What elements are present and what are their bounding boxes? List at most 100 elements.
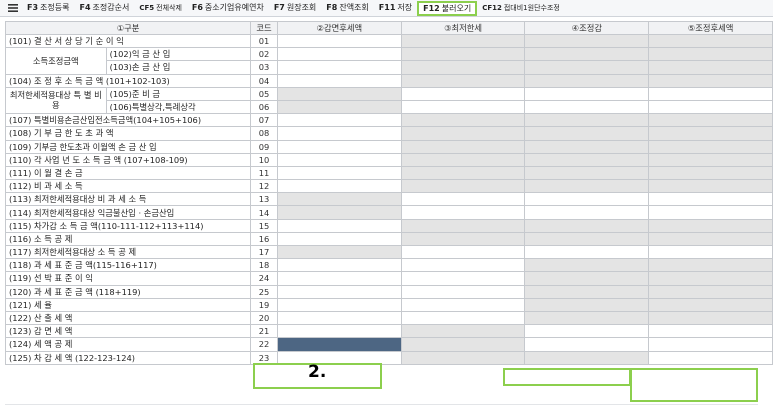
cell-tax-after-adjustment[interactable] (648, 205, 773, 220)
cell-adjustment (524, 218, 650, 233)
f4-adjust-order-button[interactable]: F4 조정감순서 (74, 0, 134, 16)
cell-minimum-tax (400, 337, 526, 352)
table-row: (111) 이 월 결 손 금 11 (4, 165, 773, 181)
cell-tax-after-reduction (276, 99, 402, 115)
row-label: (117) 최저한세적용대상 소 득 공 제 (4, 244, 252, 260)
cell-tax-after-reduction[interactable] (276, 218, 402, 233)
cell-adjustment (524, 179, 650, 194)
cell-tax-after-reduction[interactable] (276, 231, 402, 247)
table-row: (106)특별상각,특례상각 06 (6, 99, 773, 115)
cell-tax-after-reduction[interactable] (276, 60, 402, 75)
cell-tax-after-reduction[interactable] (276, 258, 402, 273)
row-code: 16 (250, 231, 278, 247)
f8-balance-view-button[interactable]: F8 잔액조회 (321, 0, 373, 16)
row-code: 15 (250, 218, 278, 233)
cell-tax-after-adjustment (648, 126, 773, 141)
cell-tax-after-reduction[interactable] (276, 139, 402, 154)
cell-tax-after-reduction (276, 192, 402, 207)
cell-minimum-tax[interactable] (400, 244, 526, 260)
row-label: (109) 기부금 한도초과 이월액 손 금 산 입 (4, 139, 252, 154)
minimum-tax-table-wrap: ①구분 코드 ②감면후세액 ③최저한세 ④조정감 ⑤조정후세액 (101) 결 … (4, 21, 773, 365)
cell-tax-after-adjustment[interactable] (648, 324, 773, 339)
cell-tax-after-adjustment (648, 139, 773, 154)
row-code: 14 (250, 205, 278, 220)
cell-tax-after-adjustment[interactable] (648, 192, 773, 207)
cell-tax-after-adjustment[interactable] (648, 350, 773, 365)
cell-tax-after-reduction[interactable] (276, 179, 402, 194)
row-label: (104) 조 정 후 소 득 금 액 (101+102-103) (4, 73, 252, 88)
cell-tax-after-reduction[interactable] (276, 152, 402, 167)
cell-minimum-tax (400, 113, 526, 128)
cell-minimum-tax[interactable] (400, 258, 526, 273)
cf5-delete-all-button[interactable]: CF5 전체삭제 (134, 0, 187, 16)
cell-tax-after-reduction[interactable] (276, 47, 402, 62)
cell-tax-after-adjustment[interactable] (648, 99, 773, 115)
cell-tax-after-reduction[interactable] (276, 73, 402, 88)
cell-tax-after-adjustment (648, 33, 773, 49)
cell-tax-after-adjustment[interactable] (648, 337, 773, 352)
cell-tax-after-reduction[interactable] (276, 350, 402, 365)
cell-tax-after-adjustment[interactable] (648, 86, 773, 101)
row-code: 17 (250, 244, 278, 260)
cell-adjustment (524, 152, 650, 167)
row-label: (119) 선 박 표 준 이 익 (4, 271, 252, 286)
cell-tax-after-reduction[interactable] (276, 324, 402, 339)
cell-adjustment[interactable] (524, 244, 650, 260)
cell-minimum-tax[interactable] (400, 205, 526, 220)
table-row: (118) 과 세 표 준 금 액(115-116+117) 18 (4, 258, 773, 273)
group-label-special-expense: 최저한세적용대상 특 별 비 용 (5, 86, 107, 115)
row-code: 06 (250, 99, 278, 115)
cell-minimum-tax[interactable] (400, 86, 526, 101)
row-sublabel: (103)손 금 산 입 (105, 60, 252, 75)
row-code: 21 (250, 324, 278, 339)
cell-tax-after-reduction[interactable] (276, 33, 402, 49)
cell-tax-after-reduction[interactable] (276, 165, 402, 181)
cell-minimum-tax (400, 231, 526, 247)
cell-tax-after-reduction[interactable] (276, 113, 402, 128)
cell-tax-after-adjustment[interactable] (648, 244, 773, 260)
hamburger-menu-icon[interactable] (4, 0, 22, 16)
cell-adjustment[interactable] (524, 99, 650, 115)
cell-minimum-tax[interactable] (400, 284, 526, 299)
cell-adjustment[interactable] (524, 86, 650, 101)
f7-ledger-view-button[interactable]: F7 원장조회 (269, 0, 321, 16)
cell-adjustment[interactable] (524, 205, 650, 220)
cf12-entertainment-rounding-button[interactable]: CF12 접대비1원단수조정 (477, 0, 565, 16)
cell-tax-after-reduction[interactable] (276, 271, 402, 286)
cell-adjustment[interactable] (524, 337, 650, 352)
table-row: (113) 최저한세적용대상 비 과 세 소 득 13 (4, 192, 773, 207)
row-code: 12 (250, 179, 278, 194)
table-row: (125) 차 감 세 액 (122-123-124) 23 (4, 350, 773, 365)
cell-tax-after-reduction[interactable] (276, 284, 402, 299)
cell-tax-after-reduction-selected[interactable] (276, 337, 402, 352)
header-code: 코드 (250, 21, 278, 35)
cell-tax-after-adjustment (648, 73, 773, 88)
cell-tax-after-adjustment (648, 152, 773, 167)
cell-minimum-tax[interactable] (400, 192, 526, 207)
cell-minimum-tax[interactable] (400, 271, 526, 286)
f3-adjust-register-button[interactable]: F3 조정등록 (22, 0, 74, 16)
cell-adjustment (524, 350, 650, 365)
cell-tax-after-reduction[interactable] (276, 126, 402, 141)
highlight-outline-tax-after-adjustment (630, 368, 758, 402)
cell-tax-after-reduction[interactable] (276, 310, 402, 326)
table-row: (109) 기부금 한도초과 이월액 손 금 산 입 09 (4, 139, 773, 154)
cell-adjustment[interactable] (524, 324, 650, 339)
cell-tax-after-reduction[interactable] (276, 297, 402, 312)
f12-load-button[interactable]: F12 불러오기 (417, 0, 478, 16)
row-label: (107) 특별비용손금산입전소득금액(104+105+106) (4, 113, 252, 128)
cell-tax-after-reduction (276, 205, 402, 220)
f6-sme-grace-button[interactable]: F6 중소기업유예연차 (187, 0, 269, 16)
cell-minimum-tax (400, 73, 526, 88)
cell-tax-after-adjustment (648, 310, 773, 326)
cell-minimum-tax[interactable] (400, 297, 526, 312)
bottom-divider (5, 404, 758, 405)
cell-adjustment[interactable] (524, 192, 650, 207)
table-row: (119) 선 박 표 준 이 익 24 (4, 271, 773, 286)
cell-minimum-tax[interactable] (400, 310, 526, 326)
row-label: (123) 감 면 세 액 (4, 324, 252, 339)
row-label: (122) 산 출 세 액 (4, 310, 252, 326)
cell-minimum-tax[interactable] (400, 99, 526, 115)
cell-minimum-tax (400, 60, 526, 75)
f11-save-button[interactable]: F11 저장 (374, 0, 417, 16)
